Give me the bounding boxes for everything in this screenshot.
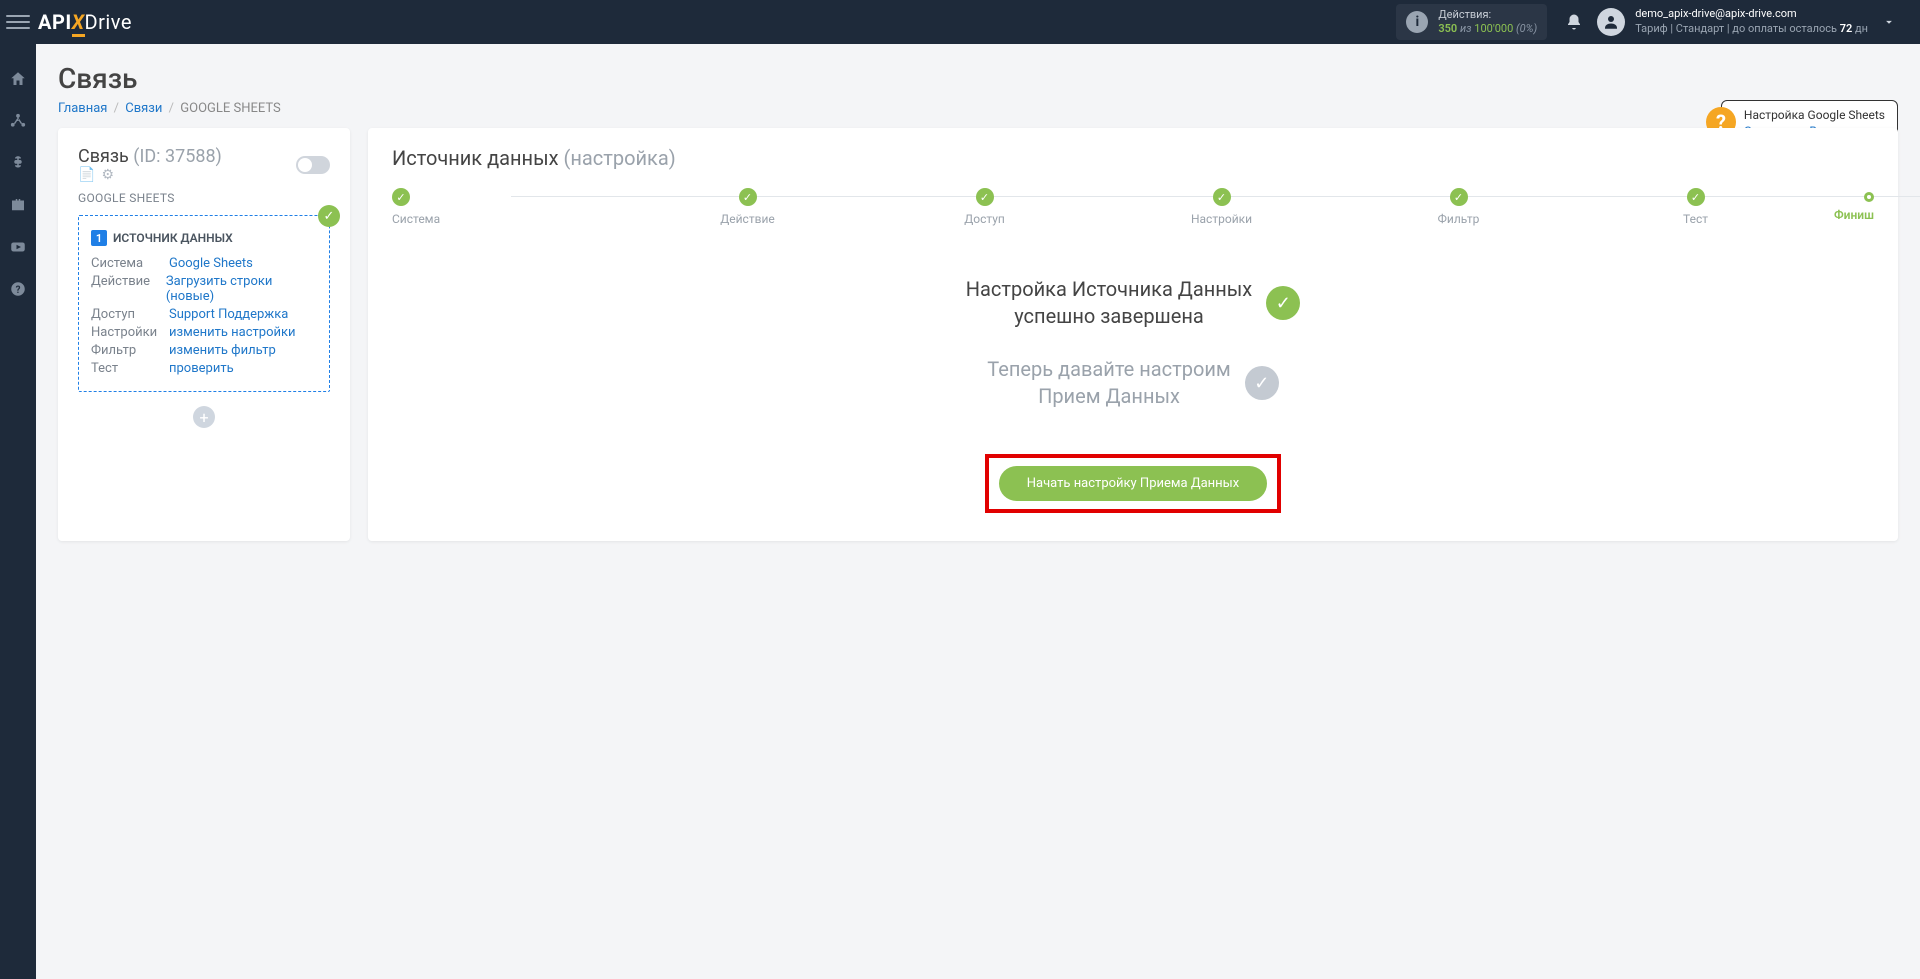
connections-icon[interactable] xyxy=(9,112,27,130)
step[interactable]: ✓Действие xyxy=(629,188,866,226)
source-row-link[interactable]: Загрузить строки (новые) xyxy=(166,274,317,304)
step[interactable]: ✓Фильтр xyxy=(1340,188,1577,226)
actions-counter[interactable]: i Действия: 350 из 100'000 (0%) xyxy=(1396,4,1547,41)
step[interactable]: ✓Система xyxy=(392,188,629,226)
copy-icon[interactable]: 📄 xyxy=(78,167,95,183)
chevron-down-icon[interactable] xyxy=(1882,15,1896,29)
source-card[interactable]: ✓ 1ИСТОЧНИК ДАННЫХ СистемаGoogle SheetsД… xyxy=(78,215,330,392)
connection-panel: Связь (ID: 37588) 📄 ⚙ GOOGLE SHEETS ✓ 1И… xyxy=(58,128,350,541)
connection-toggle[interactable] xyxy=(296,156,330,174)
source-row-link[interactable]: изменить настройки xyxy=(169,325,296,340)
home-icon[interactable] xyxy=(9,70,27,88)
video-icon[interactable] xyxy=(9,238,27,256)
source-row: СистемаGoogle Sheets xyxy=(91,256,317,271)
source-row: Настройкиизменить настройки xyxy=(91,325,317,340)
check-icon: ✓ xyxy=(1266,286,1300,320)
source-row: ДействиеЗагрузить строки (новые) xyxy=(91,274,317,304)
source-row: ДоступSupport Поддержка xyxy=(91,307,317,322)
breadcrumb-links[interactable]: Связи xyxy=(125,101,162,116)
check-icon: ✓ xyxy=(1245,366,1279,400)
user-info[interactable]: demo_apix-drive@apix-drive.com Тариф | С… xyxy=(1635,7,1868,37)
actions-label: Действия: xyxy=(1438,8,1537,22)
menu-toggle[interactable] xyxy=(6,10,30,34)
status-complete: Настройка Источника Данныхуспешно заверш… xyxy=(966,276,1300,330)
briefcase-icon[interactable] xyxy=(9,196,27,214)
step[interactable]: ✓Тест xyxy=(1577,188,1814,226)
step[interactable]: ✓Доступ xyxy=(866,188,1103,226)
check-icon: ✓ xyxy=(318,205,340,227)
source-row-link[interactable]: Google Sheets xyxy=(169,256,253,271)
gear-icon[interactable]: ⚙ xyxy=(101,167,114,183)
notifications-icon[interactable] xyxy=(1565,13,1583,31)
source-row-link[interactable]: изменить фильтр xyxy=(169,343,276,358)
breadcrumb: Главная / Связи / GOOGLE SHEETS xyxy=(58,101,1898,116)
help-icon[interactable]: ? xyxy=(9,280,27,298)
source-row: Тестпроверить xyxy=(91,361,317,376)
sidebar: ? xyxy=(0,44,36,979)
source-row-link[interactable]: проверить xyxy=(169,361,234,376)
logo[interactable]: APIXDrive xyxy=(38,10,132,34)
status-next: Теперь давайте настроимПрием Данных ✓ xyxy=(987,356,1279,410)
step[interactable]: Финиш xyxy=(1814,192,1874,222)
wizard-panel: Источник данных (настройка) ✓Система✓Дей… xyxy=(368,128,1898,541)
wizard-title: Источник данных (настройка) xyxy=(392,146,1874,170)
cta-highlight: Начать настройку Приема Данных xyxy=(985,454,1281,513)
source-row: Фильтризменить фильтр xyxy=(91,343,317,358)
stepper: ✓Система✓Действие✓Доступ✓Настройки✓Фильт… xyxy=(392,188,1874,226)
topbar: APIXDrive i Действия: 350 из 100'000 (0%… xyxy=(0,0,1920,44)
breadcrumb-current: GOOGLE SHEETS xyxy=(180,101,280,116)
connection-subtitle: GOOGLE SHEETS xyxy=(78,191,330,205)
breadcrumb-home[interactable]: Главная xyxy=(58,101,107,116)
start-destination-setup-button[interactable]: Начать настройку Приема Данных xyxy=(999,466,1267,501)
svg-text:?: ? xyxy=(16,285,21,296)
page-title: Связь xyxy=(58,62,1898,95)
info-icon: i xyxy=(1406,11,1428,33)
step[interactable]: ✓Настройки xyxy=(1103,188,1340,226)
source-row-link[interactable]: Support Поддержка xyxy=(169,307,288,322)
billing-icon[interactable] xyxy=(9,154,27,172)
user-avatar[interactable] xyxy=(1597,8,1625,36)
add-destination-button[interactable]: + xyxy=(193,406,215,428)
